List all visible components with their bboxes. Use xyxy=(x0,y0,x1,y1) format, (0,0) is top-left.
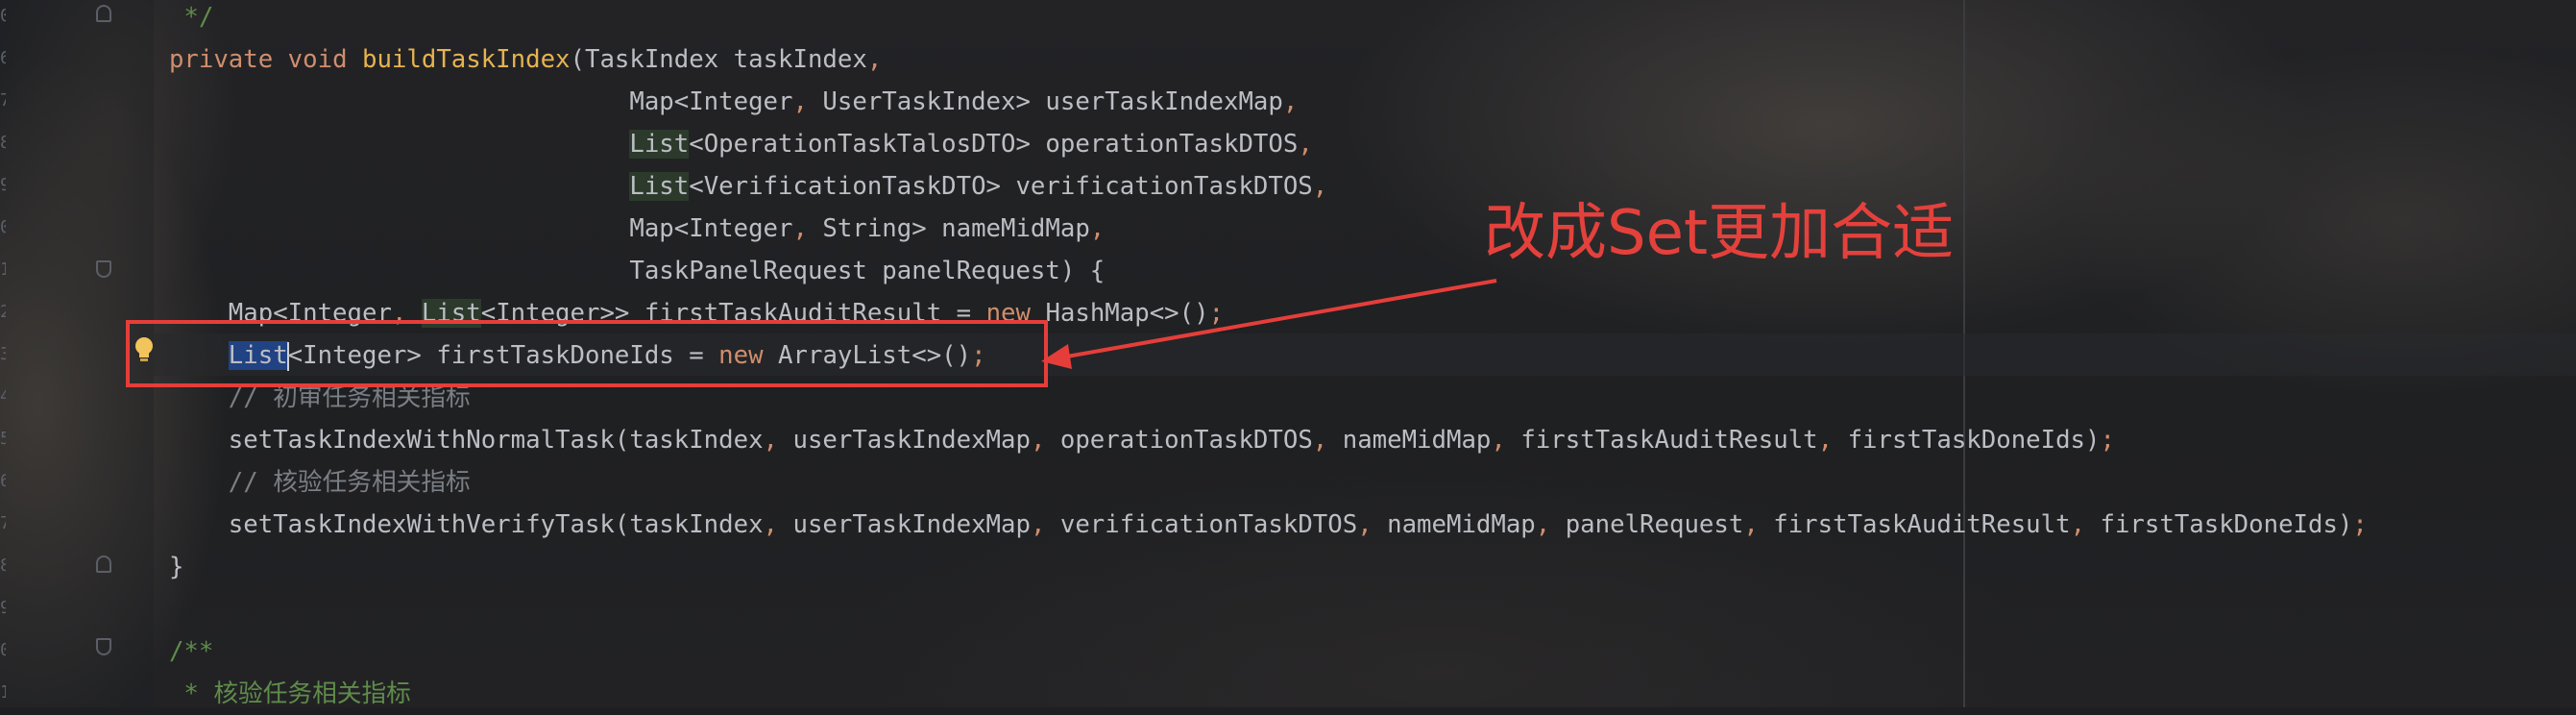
annotation-arrow xyxy=(1041,279,1497,369)
annotation-text: 改成Set更加合适 xyxy=(1484,198,1955,269)
